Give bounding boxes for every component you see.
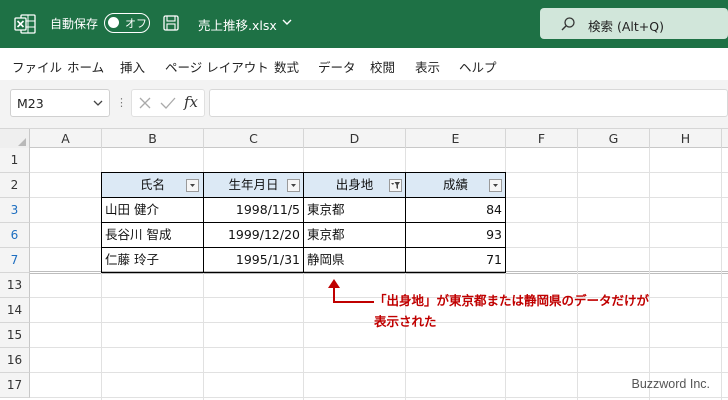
cell-name[interactable]: 仁藤 玲子 xyxy=(102,248,203,272)
table-border xyxy=(303,172,304,273)
table-border xyxy=(505,172,506,273)
spreadsheet-grid[interactable]: A B C D E F G H 1 2 3 6 7 13 14 15 16 17… xyxy=(0,128,728,400)
column-header-row: A B C D E F G H xyxy=(0,128,728,149)
gridline xyxy=(30,397,728,398)
annotation-text: 「出身地」が東京都または静岡県のデータだけが 表示された xyxy=(374,290,714,332)
watermark: Buzzword Inc. xyxy=(631,377,710,391)
column-header-h[interactable]: H xyxy=(650,129,722,149)
filter-funnel-icon xyxy=(391,182,400,189)
search-icon xyxy=(561,17,575,31)
menu-formulas[interactable]: 数式 xyxy=(274,57,299,76)
column-header-a[interactable]: A xyxy=(30,129,102,149)
menu-data[interactable]: データ xyxy=(318,57,356,76)
autosave-state: オフ xyxy=(125,17,147,30)
search-placeholder: 検索 (Alt+Q) xyxy=(588,19,664,34)
row-header-7[interactable]: 7 xyxy=(0,248,30,273)
column-header-b[interactable]: B xyxy=(102,129,204,149)
row-header-16[interactable]: 16 xyxy=(0,348,30,373)
select-all-corner[interactable] xyxy=(0,129,30,149)
toggle-knob xyxy=(108,17,119,28)
cell-score[interactable]: 84 xyxy=(406,198,505,222)
table-border xyxy=(101,172,102,273)
row-header-17[interactable]: 17 xyxy=(0,373,30,398)
header-text: 出身地 xyxy=(335,177,374,192)
column-header-d[interactable]: D xyxy=(304,129,406,149)
cell-birthdate[interactable]: 1998/11/5 xyxy=(204,198,303,222)
title-bar: 自動保存 オフ 売上推移.xlsx 検索 (Alt+Q) xyxy=(0,0,728,48)
column-header-g[interactable]: G xyxy=(578,129,650,149)
header-text: 氏名 xyxy=(139,177,165,192)
autosave-toggle[interactable]: オフ xyxy=(104,13,150,33)
insert-function-icon[interactable]: fx xyxy=(184,93,198,111)
search-box[interactable]: 検索 (Alt+Q) xyxy=(540,8,728,39)
cell-birthdate[interactable]: 1995/1/31 xyxy=(204,248,303,272)
name-box-value: M23 xyxy=(17,96,44,111)
menu-help[interactable]: ヘルプ xyxy=(459,57,497,76)
menu-view[interactable]: 表示 xyxy=(415,57,440,76)
menu-insert[interactable]: 挿入 xyxy=(120,57,145,76)
cell-score[interactable]: 71 xyxy=(406,248,505,272)
cell-birthdate[interactable]: 1999/12/20 xyxy=(204,223,303,247)
gridline xyxy=(721,148,722,400)
row-header-6[interactable]: 6 xyxy=(0,223,30,248)
excel-icon xyxy=(14,14,36,34)
filter-dropdown-button[interactable] xyxy=(186,179,199,192)
filter-applied-button[interactable] xyxy=(389,179,402,192)
gridline xyxy=(577,148,578,400)
save-icon[interactable] xyxy=(162,14,180,32)
annotation-line-2: 表示された xyxy=(374,314,437,329)
ribbon-menu: ファイル ホーム 挿入 ページ レイアウト 数式 データ 校閲 表示 ヘルプ xyxy=(0,48,728,80)
cell-birthplace[interactable]: 静岡県 xyxy=(304,248,405,272)
cell-birthplace[interactable]: 東京都 xyxy=(304,223,405,247)
row-header-1[interactable]: 1 xyxy=(0,148,30,173)
row-header-3[interactable]: 3 xyxy=(0,198,30,223)
chevron-down-icon xyxy=(291,184,296,187)
menu-page-layout[interactable]: ページ レイアウト xyxy=(165,57,269,76)
file-name[interactable]: 売上推移.xlsx xyxy=(198,15,277,34)
menu-review[interactable]: 校閲 xyxy=(370,57,395,76)
menu-file[interactable]: ファイル xyxy=(12,57,62,76)
table-border xyxy=(405,172,406,273)
gridline xyxy=(649,148,650,400)
row-header-13[interactable]: 13 xyxy=(0,273,30,298)
annotation-arrow xyxy=(328,279,374,303)
chevron-down-icon[interactable] xyxy=(93,100,103,107)
cell-birthplace[interactable]: 東京都 xyxy=(304,198,405,222)
enter-check-icon[interactable] xyxy=(160,96,176,110)
more-dots-icon: ⋮ xyxy=(116,96,127,109)
header-text: 成績 xyxy=(442,177,468,192)
cell-name[interactable]: 山田 健介 xyxy=(102,198,203,222)
table-border xyxy=(203,172,204,273)
chevron-down-icon xyxy=(493,184,498,187)
formula-buttons: fx xyxy=(131,89,205,117)
row-header-2[interactable]: 2 xyxy=(0,173,30,198)
filter-dropdown-button[interactable] xyxy=(489,179,502,192)
annotation-line-1: 「出身地」が東京都または静岡県のデータだけが xyxy=(374,293,650,308)
row-header-14[interactable]: 14 xyxy=(0,298,30,323)
formula-input[interactable] xyxy=(209,89,728,117)
cancel-icon[interactable] xyxy=(138,96,152,110)
menu-home[interactable]: ホーム xyxy=(67,57,104,76)
autosave-label: 自動保存 xyxy=(50,17,99,31)
cell-name[interactable]: 長谷川 智成 xyxy=(102,223,203,247)
column-header-f[interactable]: F xyxy=(506,129,578,149)
row-header-15[interactable]: 15 xyxy=(0,323,30,348)
column-header-c[interactable]: C xyxy=(204,129,304,149)
select-all-triangle xyxy=(18,138,26,146)
gridline xyxy=(30,347,728,348)
chevron-down-icon[interactable] xyxy=(282,19,292,26)
cell-score[interactable]: 93 xyxy=(406,223,505,247)
column-header-e[interactable]: E xyxy=(406,129,506,149)
filter-dropdown-button[interactable] xyxy=(287,179,300,192)
name-box[interactable]: M23 xyxy=(10,89,110,117)
formula-bar: M23 ⋮ fx xyxy=(0,80,728,128)
gridline xyxy=(30,372,728,373)
chevron-down-icon xyxy=(190,184,195,187)
header-text: 生年月日 xyxy=(228,177,279,192)
